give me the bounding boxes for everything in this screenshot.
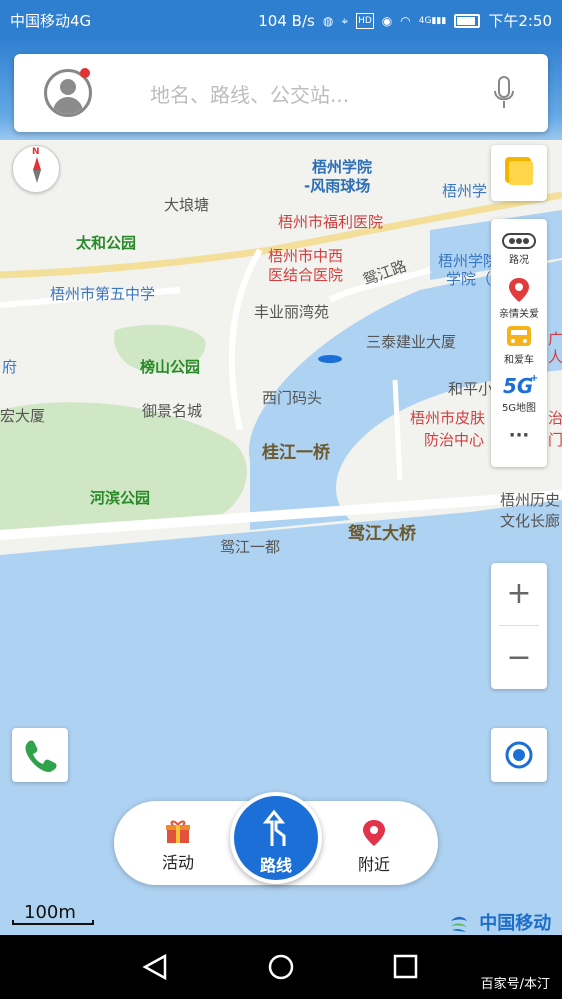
locate-me-button[interactable] [491, 728, 547, 782]
more-button[interactable]: ··· [491, 425, 547, 446]
heaiche-button[interactable]: 和爱车 [491, 323, 547, 366]
compass-button[interactable]: N [12, 145, 60, 193]
map-label: 河滨公园 [90, 489, 151, 507]
brand-logo: 中国移动 [448, 909, 551, 935]
5g-icon: 5G + [503, 373, 538, 397]
wifi-icon: ◠ [400, 13, 411, 28]
map-label: 门 [548, 431, 562, 449]
phone-button[interactable] [12, 728, 68, 782]
map-label: -风雨球场 [304, 177, 371, 195]
home-icon [268, 954, 294, 980]
nearby-label: 附近 [357, 855, 390, 874]
map-label: 西门码头 [262, 389, 323, 407]
map-label: 鸳江大桥 [348, 524, 416, 544]
map-label: 桂江一桥 [262, 443, 330, 463]
map-label: 梧州历史 [500, 491, 561, 509]
data-saver-icon: ◍ [322, 13, 334, 28]
map-label: 丰业丽湾苑 [254, 303, 330, 321]
avatar-body [53, 97, 83, 114]
gift-icon [166, 820, 190, 843]
map-label: 府 [2, 358, 18, 376]
map-label: 文化长廊 [500, 512, 561, 530]
zoom-out-button[interactable]: − [491, 627, 547, 689]
system-navigation-bar: 百家号/本汀 [0, 935, 562, 999]
china-mobile-logo-icon [451, 916, 467, 932]
map-label: 鸳江一都 [220, 538, 281, 556]
zoom-in-button[interactable]: + [491, 563, 547, 625]
map-label: 榜山公园 [140, 358, 201, 376]
nearby-button[interactable]: 附近 [334, 819, 414, 875]
status-bar: 中国移动4G 104 B/s ◍ ⌖ HD ◉ ◠ 4G▮▮▮ 下午2:50 [0, 0, 562, 38]
tools-panel: 路况 亲情关爱 和爱车 5G + 5G地图 ··· [491, 219, 547, 467]
map-label: 梧州学 [442, 182, 488, 200]
heaiche-label: 和爱车 [504, 355, 534, 366]
map-label: 治 [548, 409, 562, 427]
family-care-button[interactable]: 亲情关爱 [491, 277, 547, 320]
map-label: 御景名城 [142, 402, 203, 420]
clock: 下午2:50 [488, 12, 552, 30]
route-label: 路线 [259, 856, 292, 875]
search-placeholder[interactable]: 地名、路线、公交站... [150, 79, 349, 108]
activity-label: 活动 [161, 853, 194, 872]
layers-button[interactable] [491, 145, 547, 201]
network-type-badge: 4G [418, 15, 432, 26]
locate-icon [505, 741, 533, 769]
map-5g-label: 5G地图 [501, 403, 537, 414]
status-right: 104 B/s ◍ ⌖ HD ◉ ◠ 4G▮▮▮ 下午2:50 [258, 10, 552, 31]
scale-bar: 100m [12, 902, 94, 926]
scale-ruler [12, 920, 94, 925]
map-label: 和平小 [448, 380, 494, 398]
map-label: 梧州市皮肤 [410, 409, 486, 427]
nav-buttons [142, 953, 418, 981]
family-care-label: 亲情关爱 [499, 309, 539, 320]
hd-badge: HD [356, 12, 374, 29]
map-label: 医结合医院 [268, 266, 344, 284]
map-label: 梧州学院 [312, 158, 373, 176]
route-button[interactable]: 路线 [230, 792, 322, 884]
avatar-head [60, 79, 76, 95]
map-label: 防治中心 [424, 431, 485, 449]
microphone-icon[interactable] [494, 76, 514, 110]
traffic-button[interactable]: 路况 [491, 233, 547, 266]
search-bar[interactable]: 地名、路线、公交站... [14, 54, 548, 132]
location-pin-icon [509, 278, 529, 302]
battery-icon [454, 13, 481, 28]
traffic-label: 路况 [509, 255, 529, 266]
notification-dot [80, 68, 90, 78]
route-arrow-icon [262, 809, 286, 846]
map-label: 梧州市中西 [268, 247, 344, 265]
zoom-divider [499, 625, 539, 626]
brand-name: 中国移动 [479, 913, 552, 934]
eye-comfort-icon: ◉ [381, 13, 393, 28]
signal-icon: 4G▮▮▮ [418, 15, 447, 26]
more-icon: ··· [508, 425, 530, 446]
svg-text:+: + [530, 373, 538, 384]
map-label: 梧州市福利医院 [278, 213, 384, 231]
map-label: 大埌塘 [164, 196, 210, 214]
recents-icon [393, 954, 418, 979]
zoom-control: + − [491, 563, 547, 689]
car-icon [507, 326, 531, 346]
map-label: 太和公园 [76, 234, 137, 252]
map-label: 三泰建业大厦 [366, 333, 457, 351]
boat-icon [318, 355, 342, 363]
layers-icon-front [509, 161, 533, 185]
activity-button[interactable]: 活动 [138, 819, 218, 873]
phone-icon [25, 740, 57, 773]
watermark: 百家号/本汀 [480, 977, 550, 992]
location-icon: ⌖ [341, 13, 349, 28]
network-speed: 104 B/s [258, 11, 315, 30]
compass-needle-icon [33, 157, 41, 183]
svg-text:5G: 5G [503, 374, 533, 397]
nearby-pin-icon [363, 820, 385, 846]
carrier-label: 中国移动4G [10, 12, 92, 30]
traffic-icon [502, 233, 536, 249]
map-label: 人 [548, 348, 562, 366]
map-label: 宏大厦 [0, 407, 46, 425]
map-5g-button[interactable]: 5G + 5G地图 [491, 371, 547, 414]
back-icon [142, 953, 167, 981]
map-label: 梧州市第五中学 [50, 285, 156, 303]
